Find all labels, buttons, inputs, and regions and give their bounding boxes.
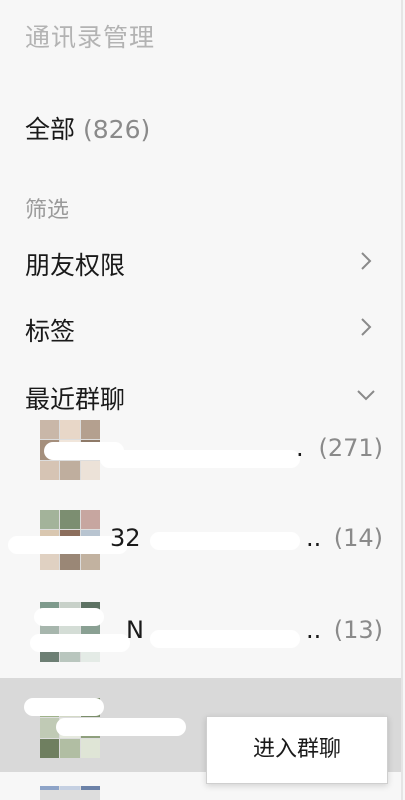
context-menu: 进入群聊 [206, 716, 388, 784]
enter-group-chat-menu-item[interactable]: 进入群聊 [207, 717, 387, 783]
redaction-mark [34, 608, 104, 626]
group-list-item[interactable]: . (271) [0, 404, 401, 496]
redaction-mark [30, 634, 130, 652]
nav-item-label: 标签 [25, 317, 76, 346]
panel-title: 通讯录管理 [25, 23, 156, 52]
redaction-mark [100, 450, 300, 468]
redaction-mark [150, 630, 300, 648]
filter-section-label: 筛选 [25, 198, 70, 223]
redaction-mark [24, 698, 104, 716]
redaction-mark [56, 718, 186, 736]
group-name-ellipsis: .. [306, 524, 322, 552]
nav-item-label: 朋友权限 [25, 251, 126, 280]
group-list-item[interactable]: 32 .. (14) [0, 494, 401, 586]
contacts-manager-panel: 通讯录管理 全部 (826) 筛选 朋友权限 标签 最近群聊 . (271) 3… [0, 0, 403, 800]
group-name: . [296, 434, 304, 462]
all-contacts-label: 全部 [25, 115, 76, 144]
group-member-count: (14) [333, 524, 383, 552]
nav-item-friend-permissions[interactable]: 朋友权限 [0, 232, 401, 292]
chevron-down-icon [357, 390, 375, 401]
chevron-right-icon [361, 318, 372, 336]
chevron-right-icon [361, 252, 372, 270]
all-contacts-count: (826) [83, 115, 151, 144]
group-name-ellipsis: .. [306, 616, 322, 644]
nav-item-tags[interactable]: 标签 [0, 298, 401, 358]
all-contacts-item[interactable]: 全部 (826) [25, 110, 150, 146]
group-member-count: (271) [318, 434, 383, 462]
group-list-item[interactable]: N .. (13) [0, 586, 401, 678]
group-name: N [126, 616, 144, 644]
group-name: 32 [110, 524, 141, 552]
redaction-mark [150, 532, 300, 550]
group-avatar [40, 786, 100, 800]
group-member-count: (13) [333, 616, 383, 644]
